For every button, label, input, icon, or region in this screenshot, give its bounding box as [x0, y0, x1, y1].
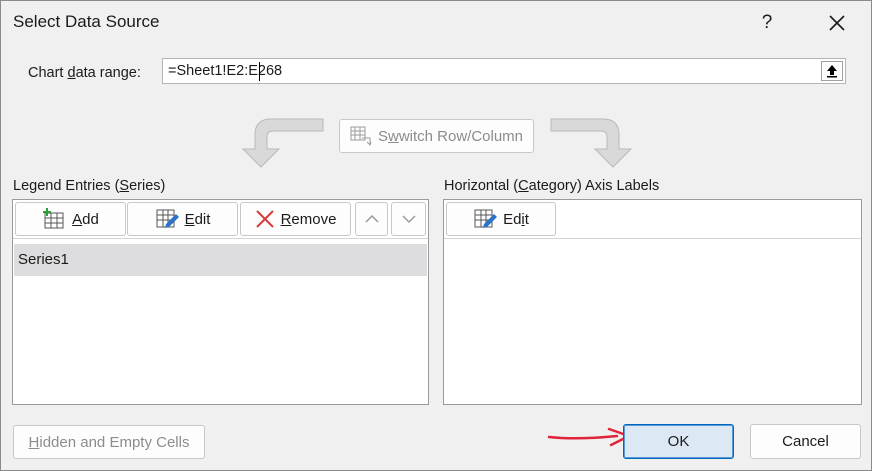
edit-label: Edit	[184, 210, 211, 228]
upload-arrow-icon	[827, 65, 837, 78]
add-table-icon	[43, 208, 64, 229]
chevron-up-icon	[364, 214, 379, 223]
ok-label: OK	[667, 433, 690, 450]
close-button[interactable]	[821, 7, 853, 39]
switch-row-column-button[interactable]: Swwitch Row/Column	[339, 119, 534, 153]
edit-axis-label: Edit	[503, 210, 529, 228]
curved-arrow-left-icon	[241, 118, 324, 168]
edit-table-icon	[156, 209, 179, 228]
text-cursor	[259, 62, 260, 81]
axis-labels-panel: Edit	[443, 199, 862, 405]
move-up-button[interactable]	[355, 202, 388, 236]
edit-table-icon	[474, 209, 498, 228]
remove-series-button[interactable]: Remove	[240, 202, 351, 236]
hidden-empty-cells-label: Hidden and Empty Cells	[28, 433, 190, 451]
move-down-button[interactable]	[391, 202, 426, 236]
ok-button[interactable]: OK	[623, 424, 734, 459]
curved-arrow-right-icon	[550, 118, 633, 168]
red-arrow-icon	[547, 427, 631, 447]
chart-data-range-input[interactable]: =Sheet1!E2:E268	[162, 58, 846, 84]
remove-x-icon	[255, 210, 274, 228]
edit-series-button[interactable]: Edit	[127, 202, 238, 236]
toolbar-divider	[13, 238, 428, 239]
series-list-item[interactable]: Series1	[14, 244, 427, 276]
remove-label: Remove	[280, 210, 337, 228]
select-data-source-dialog: Select Data Source ? Chart data range: =…	[0, 0, 872, 471]
switch-row-column-label: Swwitch Row/Column	[377, 127, 524, 145]
toolbar-divider	[444, 238, 861, 239]
switch-row-column-icon	[350, 126, 372, 146]
edit-axis-labels-button[interactable]: Edit	[446, 202, 556, 236]
add-series-button[interactable]: Add	[15, 202, 126, 236]
add-label: Add	[72, 210, 99, 228]
cancel-button[interactable]: Cancel	[750, 424, 861, 459]
legend-entries-panel: Add Edit Remove Series1	[12, 199, 429, 405]
axis-labels-label: Horizontal (Category) Axis Labels	[444, 178, 660, 194]
help-button[interactable]: ?	[755, 10, 779, 36]
legend-entries-label: Legend Entries (Series)	[13, 178, 166, 194]
close-icon	[829, 15, 845, 31]
chart-data-range-label: Chart data range:	[28, 65, 141, 81]
hidden-empty-cells-button[interactable]: Hidden and Empty Cells	[13, 425, 205, 459]
series-name: Series1	[18, 251, 69, 268]
dialog-title: Select Data Source	[13, 12, 160, 31]
chevron-down-icon	[401, 215, 416, 224]
collapse-dialog-button[interactable]	[821, 61, 843, 81]
chart-data-range-value: =Sheet1!E2:E268	[168, 63, 283, 79]
cancel-label: Cancel	[782, 433, 829, 450]
